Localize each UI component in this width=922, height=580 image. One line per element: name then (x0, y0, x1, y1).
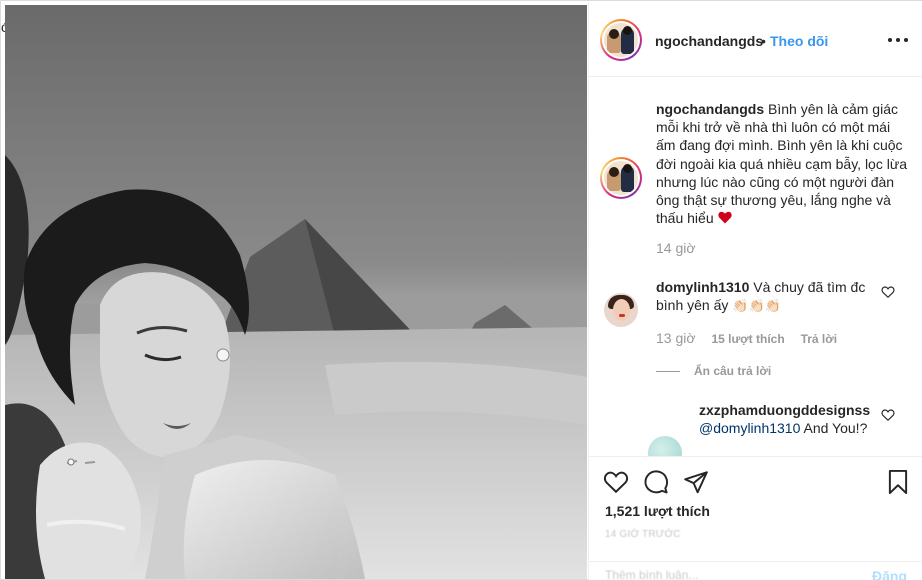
reply-button[interactable]: Trả lời (801, 332, 838, 346)
red-heart-emoji-icon (717, 211, 732, 224)
post-photo[interactable] (5, 5, 587, 579)
reply: zxzphamduongddesignss @domylinh1310 And … (699, 401, 874, 437)
replies-divider (656, 371, 680, 372)
caption-text: Bình yên là cảm giác mỗi khi trở về nhà … (656, 101, 907, 227)
comment-icon[interactable] (643, 469, 669, 495)
hide-replies-button[interactable]: Ẩn câu trả lời (694, 364, 771, 378)
author-avatar[interactable] (600, 19, 642, 61)
heart-icon[interactable] (603, 469, 629, 495)
add-comment-input[interactable]: Thêm bình luận... (605, 568, 698, 580)
reply-username-link[interactable]: zxzphamduongddesignss (699, 402, 870, 418)
caption-username-link[interactable]: ngochandangds (656, 101, 764, 117)
comments-list[interactable]: ngochandangds Bình yên là cảm giác mỗi k… (589, 78, 922, 456)
author-username-link[interactable]: ngochandangds (655, 33, 763, 49)
post-header: ngochandangds • Theo dõi (589, 1, 922, 77)
post-side-panel: ngochandangds • Theo dõi ngochandangds B… (588, 1, 922, 580)
caption-time[interactable]: 14 giờ (656, 240, 696, 256)
comment-likes-link[interactable]: 15 lượt thích (711, 332, 784, 346)
follow-button[interactable]: Theo dõi (770, 33, 828, 49)
add-comment-bar: Thêm bình luận... Đăng (589, 561, 922, 580)
comment-username-link[interactable]: domylinh1310 (656, 279, 749, 295)
clapping-hands-emoji: 👏🏻👏🏻👏🏻 (732, 298, 781, 314)
comment-time[interactable]: 13 giờ (656, 330, 696, 346)
comment-meta: 13 giờ 15 lượt thích Trả lời (656, 330, 837, 346)
likes-count-link[interactable]: 1,521 lượt thích (605, 503, 710, 519)
photo-illustration (5, 5, 587, 579)
like-reply-icon[interactable] (881, 408, 895, 422)
post-timestamp[interactable]: 14 GIỜ TRƯỚC (605, 529, 681, 540)
reply-avatar[interactable] (648, 436, 682, 456)
reply-text: And You!? (800, 420, 868, 437)
caption-avatar[interactable] (600, 157, 642, 199)
post-comment-button[interactable]: Đăng (872, 568, 907, 580)
share-icon[interactable] (683, 469, 709, 495)
comment: domylinh1310 Và chuy đã tìm đc bình yên … (656, 278, 876, 315)
bookmark-icon[interactable] (885, 469, 911, 495)
caption: ngochandangds Bình yên là cảm giác mỗi k… (656, 100, 911, 227)
comment-avatar[interactable] (604, 293, 638, 327)
instagram-post: ó ngochandangds • Theo dõi ngochandangds… (0, 0, 922, 580)
like-comment-icon[interactable] (881, 285, 895, 299)
reply-mention-link[interactable]: @domylinh1310 (699, 420, 800, 436)
header-separator: • (761, 33, 766, 49)
more-options-icon[interactable] (887, 29, 909, 49)
post-actions: 1,521 lượt thích 14 GIỜ TRƯỚC Thêm bình … (589, 456, 922, 580)
